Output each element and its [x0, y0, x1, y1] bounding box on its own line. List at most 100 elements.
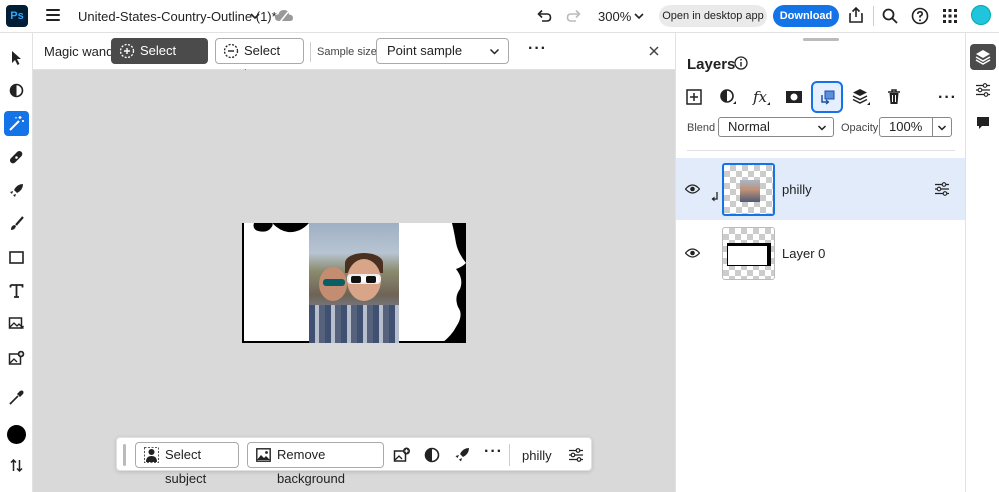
photoshop-logo[interactable]: Ps [6, 5, 28, 27]
adjustment-layer-button[interactable] [718, 87, 738, 107]
layers-panel-button[interactable] [970, 44, 996, 70]
clipped-indicator-icon [711, 192, 718, 202]
visibility-eye-icon[interactable] [685, 183, 700, 195]
panel-drag-handle[interactable] [803, 38, 839, 41]
visibility-eye-icon[interactable] [685, 247, 700, 259]
canvas-area[interactable] [33, 70, 675, 492]
layer-stack-button[interactable] [851, 87, 871, 107]
undo-icon[interactable] [535, 7, 553, 25]
generative-fill-icon[interactable] [393, 446, 411, 464]
layers-panel: Layers fx ··· Blend Normal Opacity 100% … [675, 33, 966, 492]
mask-icon [786, 91, 802, 103]
layers-icon [975, 50, 991, 65]
hamburger-menu-icon[interactable] [46, 9, 60, 23]
swap-tool[interactable] [4, 453, 29, 478]
blend-mode-select[interactable]: Normal [718, 117, 834, 137]
clipping-mask-button[interactable] [811, 81, 843, 113]
layer-row[interactable]: philly [676, 158, 966, 220]
panel-title: Layers [687, 56, 736, 73]
svg-text:fx: fx [752, 88, 768, 106]
info-icon[interactable] [734, 56, 748, 70]
apps-grid-icon[interactable] [941, 7, 959, 25]
sample-size-select[interactable]: Point sample [376, 38, 509, 64]
image-add-tool[interactable] [4, 311, 29, 336]
quick-action-tool[interactable] [4, 178, 29, 203]
add-layer-button[interactable] [684, 87, 704, 107]
layer-properties-icon[interactable] [934, 181, 950, 197]
cloud-sync-icon [275, 10, 293, 23]
properties-panel-button[interactable] [970, 77, 996, 103]
layer-effects-button[interactable]: fx [752, 87, 772, 107]
generative-fill-tool[interactable] [4, 345, 29, 370]
help-icon[interactable] [911, 7, 929, 25]
opacity-input[interactable]: 100% [879, 117, 933, 137]
more-options-icon[interactable]: ··· [938, 90, 957, 106]
avatar[interactable] [971, 5, 991, 25]
chevron-down-icon[interactable] [633, 10, 645, 22]
drag-handle[interactable] [123, 444, 126, 466]
chevron-down-icon [937, 125, 947, 131]
tool-options-bar: Magic wand Select more Select less Sampl… [33, 33, 675, 84]
zoom-level[interactable]: 300% [598, 9, 631, 24]
layer-row[interactable]: Layer 0 [676, 222, 966, 284]
eyedropper-tool[interactable] [4, 385, 29, 410]
delete-layer-button[interactable] [884, 87, 904, 107]
thumbnail-photo [740, 180, 760, 202]
top-bar: Ps United-States-Country-Outline (1)* 30… [0, 0, 999, 33]
add-layer-icon [686, 89, 702, 105]
open-in-desktop-button[interactable]: Open in desktop app [659, 5, 767, 27]
select-subject-button[interactable]: Select subject [135, 442, 239, 486]
search-icon[interactable] [881, 7, 899, 25]
magic-wand-icon [9, 116, 24, 131]
layers-stack-icon [852, 89, 870, 105]
lens [366, 276, 376, 283]
comments-panel-button[interactable] [970, 110, 996, 136]
magic-wand-tool[interactable] [4, 111, 29, 136]
select-less-button[interactable]: Select less [215, 38, 304, 82]
comment-icon [977, 117, 989, 129]
remove-background-button[interactable]: Remove background [247, 442, 384, 486]
left-toolbar [0, 33, 33, 492]
sample-size-value: Point sample [387, 43, 463, 58]
fx-icon: fx [752, 88, 770, 106]
quick-action-icon[interactable] [453, 446, 471, 464]
foreground-color-icon[interactable] [7, 425, 26, 444]
image-icon [256, 448, 271, 462]
quick-action-icon [10, 184, 23, 197]
select-more-button[interactable]: Select more [111, 38, 208, 84]
person-select-icon [144, 447, 159, 463]
close-icon[interactable] [647, 44, 661, 58]
thumbnail-outline [727, 243, 771, 266]
brush-tool[interactable] [4, 211, 29, 236]
adjust-icon [9, 83, 24, 98]
layer-thumbnail [722, 163, 775, 216]
remove-background-label: Remove background [277, 447, 345, 486]
rectangle-tool[interactable] [4, 245, 29, 270]
layer-properties-icon[interactable] [567, 446, 585, 464]
chevron-down-icon[interactable] [249, 10, 261, 22]
panel-rail [965, 33, 999, 492]
type-icon [9, 284, 24, 298]
move-tool[interactable] [4, 45, 29, 70]
sample-size-label: Sample size [317, 46, 377, 58]
active-layer-name: philly [522, 448, 552, 463]
more-options-icon[interactable]: ··· [484, 444, 503, 460]
contextual-taskbar: Select subject Remove background ··· phi… [116, 437, 592, 486]
healing-tool[interactable] [4, 145, 29, 170]
adjust-icon[interactable] [423, 446, 441, 464]
redo-icon[interactable] [565, 7, 583, 25]
document-canvas[interactable] [242, 223, 466, 343]
add-mask-button[interactable] [784, 87, 804, 107]
layer-thumbnail [722, 227, 775, 280]
type-tool[interactable] [4, 278, 29, 303]
download-button[interactable]: Download [773, 5, 839, 27]
adjust-tool[interactable] [4, 78, 29, 103]
generative-fill-icon [8, 350, 25, 365]
divider [687, 150, 955, 151]
more-options-icon[interactable]: ··· [528, 41, 546, 58]
document-title[interactable]: United-States-Country-Outline (1)* [78, 9, 277, 24]
sunglasses-left [323, 279, 345, 286]
opacity-dropdown[interactable] [932, 117, 952, 137]
opacity-label: Opacity [841, 122, 879, 134]
share-icon[interactable] [847, 6, 865, 24]
